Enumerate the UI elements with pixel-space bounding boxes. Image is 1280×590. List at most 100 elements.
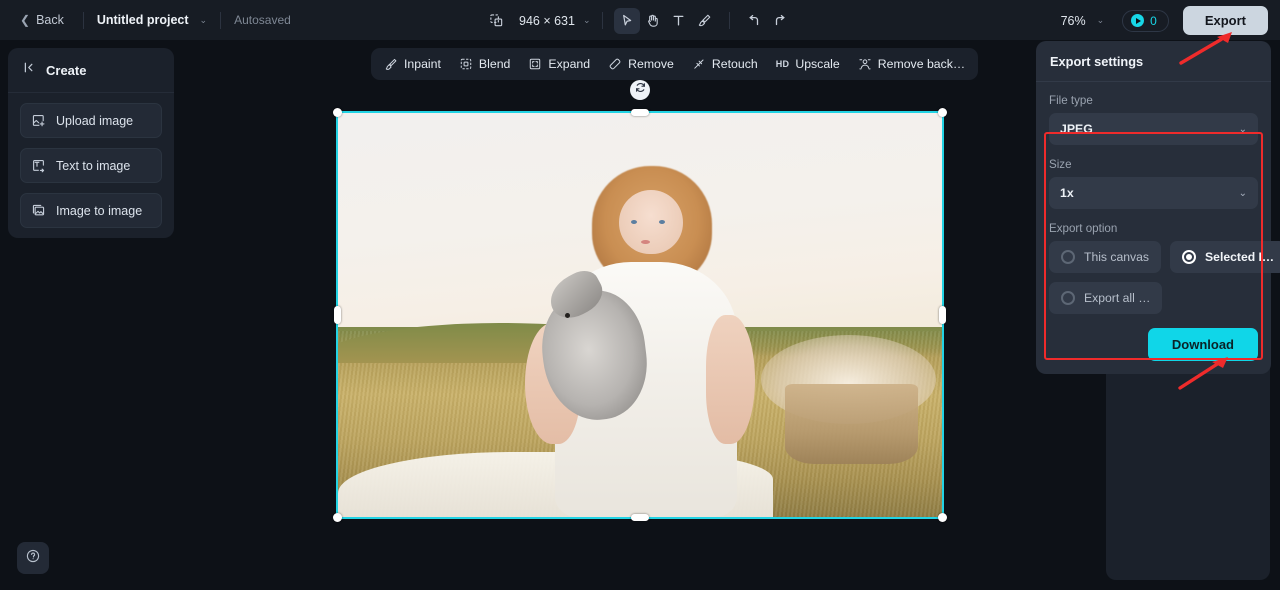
- resize-handle-top-left[interactable]: [333, 108, 342, 117]
- blend-icon: [459, 57, 473, 71]
- sidebar-item-label: Upload image: [56, 113, 134, 128]
- toolbar-item-remove-background[interactable]: Remove back…: [849, 51, 974, 77]
- project-name[interactable]: Untitled project: [97, 13, 189, 27]
- export-button[interactable]: Export: [1182, 6, 1268, 35]
- top-bar: ❮ Back Untitled project ⌄ Autosaved 946 …: [0, 0, 1280, 41]
- image-girl-arm-right: [706, 315, 755, 445]
- sidebar-header: Create: [8, 48, 174, 93]
- export-option-label-text: Export all …: [1084, 291, 1151, 305]
- resize-handle-top-center[interactable]: [631, 109, 649, 116]
- toolbar-item-retouch[interactable]: Retouch: [683, 51, 767, 77]
- resize-handle-middle-left[interactable]: [334, 306, 341, 324]
- text-to-image-icon: [31, 158, 46, 173]
- sidebar-item-image-to-image[interactable]: Image to image: [20, 193, 162, 228]
- toolbar-item-inpaint[interactable]: Inpaint: [375, 51, 450, 77]
- export-option-label-text: Selected I…: [1205, 250, 1275, 264]
- image-to-image-icon: [31, 203, 46, 218]
- top-bar-left: ❮ Back Untitled project ⌄ Autosaved: [0, 9, 291, 31]
- radio-icon: [1061, 250, 1075, 264]
- sidebar-item-upload-image[interactable]: Upload image: [20, 103, 162, 138]
- chevron-down-icon[interactable]: ⌄: [200, 15, 208, 26]
- selected-image-object[interactable]: [333, 80, 947, 522]
- export-option-this-canvas[interactable]: This canvas: [1049, 241, 1162, 273]
- help-button[interactable]: [17, 542, 49, 574]
- back-button[interactable]: ❮ Back: [14, 9, 70, 31]
- export-option-export-all[interactable]: Export all …: [1049, 282, 1163, 314]
- cursor-arrow-icon[interactable]: [613, 7, 640, 34]
- radio-selected-icon: [1182, 250, 1197, 264]
- export-settings-panel: Export settings File type JPEG ⌄ Size 1x…: [1036, 41, 1280, 374]
- chevron-down-icon: ⌄: [1238, 187, 1247, 199]
- sidebar-item-label: Image to image: [56, 203, 143, 218]
- text-t-icon[interactable]: [666, 8, 692, 34]
- chevron-down-icon: ⌄: [1238, 123, 1247, 135]
- brush-icon[interactable]: [692, 8, 718, 34]
- remove-background-icon: [858, 57, 872, 71]
- export-option-label: Export option: [1049, 222, 1118, 235]
- upload-image-icon: [31, 113, 46, 128]
- resize-handle-bottom-right[interactable]: [938, 513, 947, 522]
- canvas-image[interactable]: [336, 111, 944, 519]
- export-panel-body: File type JPEG ⌄ Size 1x ⌄ Export option…: [1036, 82, 1280, 360]
- toolbar-item-upscale[interactable]: HD Upscale: [767, 51, 849, 77]
- top-bar-right: 76% ⌄ 0 Export: [1061, 0, 1268, 41]
- chevron-left-icon: ❮: [20, 13, 31, 27]
- chevron-down-icon[interactable]: ⌄: [1097, 15, 1105, 26]
- eraser-icon: [608, 57, 622, 71]
- resize-handle-bottom-left[interactable]: [333, 513, 342, 522]
- resize-frame-icon[interactable]: [483, 8, 509, 34]
- hd-upscale-icon: HD: [775, 59, 790, 69]
- size-select[interactable]: 1x ⌄: [1049, 177, 1258, 209]
- toolbar-item-label: Expand: [548, 57, 591, 71]
- credits-badge[interactable]: 0: [1122, 9, 1169, 32]
- resize-handle-top-right[interactable]: [938, 108, 947, 117]
- export-panel-title: Export settings: [1050, 54, 1144, 69]
- toolbar-item-label: Blend: [478, 57, 511, 71]
- toolbar-item-remove[interactable]: Remove: [599, 51, 683, 77]
- floating-edit-toolbar: Inpaint Blend Expand Remove Retouch HD U…: [371, 48, 979, 80]
- radio-icon: [1061, 291, 1075, 305]
- download-row: Download: [1036, 328, 1271, 361]
- resize-handle-middle-right[interactable]: [939, 306, 946, 324]
- image-basket: [784, 383, 918, 465]
- export-panel-header: Export settings: [1036, 41, 1271, 82]
- sidebar-item-label: Text to image: [56, 158, 131, 173]
- file-type-select[interactable]: JPEG ⌄: [1049, 113, 1258, 145]
- toolbar-item-expand[interactable]: Expand: [519, 51, 599, 77]
- zoom-level: 76%: [1060, 13, 1086, 28]
- divider: [601, 12, 603, 29]
- export-option-label-text: This canvas: [1084, 250, 1150, 264]
- image-rabbit-eye: [564, 312, 570, 318]
- canvas-dimensions: 946 × 631: [519, 13, 575, 28]
- collapse-left-icon[interactable]: [22, 60, 37, 80]
- toolbar-item-label: Retouch: [711, 57, 758, 71]
- size-label: Size: [1049, 158, 1072, 171]
- rotate-icon: [634, 81, 647, 99]
- app-root: ❮ Back Untitled project ⌄ Autosaved 946 …: [0, 0, 1280, 590]
- file-type-value: JPEG: [1060, 122, 1093, 136]
- undo-arrow-icon[interactable]: [741, 8, 767, 34]
- image-girl-face: [619, 189, 683, 255]
- export-option-selected-image[interactable]: Selected I…: [1170, 241, 1280, 273]
- toolbar-item-blend[interactable]: Blend: [450, 51, 519, 77]
- toolbar-item-label: Inpaint: [404, 57, 441, 71]
- left-sidebar: Create Upload image Text to image Image …: [8, 48, 174, 238]
- redo-arrow-icon[interactable]: [767, 8, 793, 34]
- credits-count: 0: [1150, 13, 1157, 28]
- back-label: Back: [36, 13, 64, 27]
- toolbar-item-label: Remove back…: [877, 57, 966, 71]
- toolbar-item-label: Remove: [628, 57, 674, 71]
- download-button[interactable]: Download: [1147, 328, 1258, 361]
- sidebar-item-text-to-image[interactable]: Text to image: [20, 148, 162, 183]
- divider: [220, 11, 222, 29]
- help-question-icon: [25, 548, 41, 569]
- resize-handle-bottom-center[interactable]: [631, 514, 649, 521]
- chevron-down-icon[interactable]: ⌄: [583, 15, 591, 26]
- file-type-label: File type: [1049, 94, 1093, 107]
- rotate-handle[interactable]: [630, 80, 650, 100]
- hand-icon[interactable]: [640, 8, 666, 34]
- autosaved-status: Autosaved: [234, 13, 291, 27]
- expand-frame-icon: [528, 57, 542, 71]
- coin-icon: [1131, 14, 1145, 27]
- divider: [82, 11, 84, 29]
